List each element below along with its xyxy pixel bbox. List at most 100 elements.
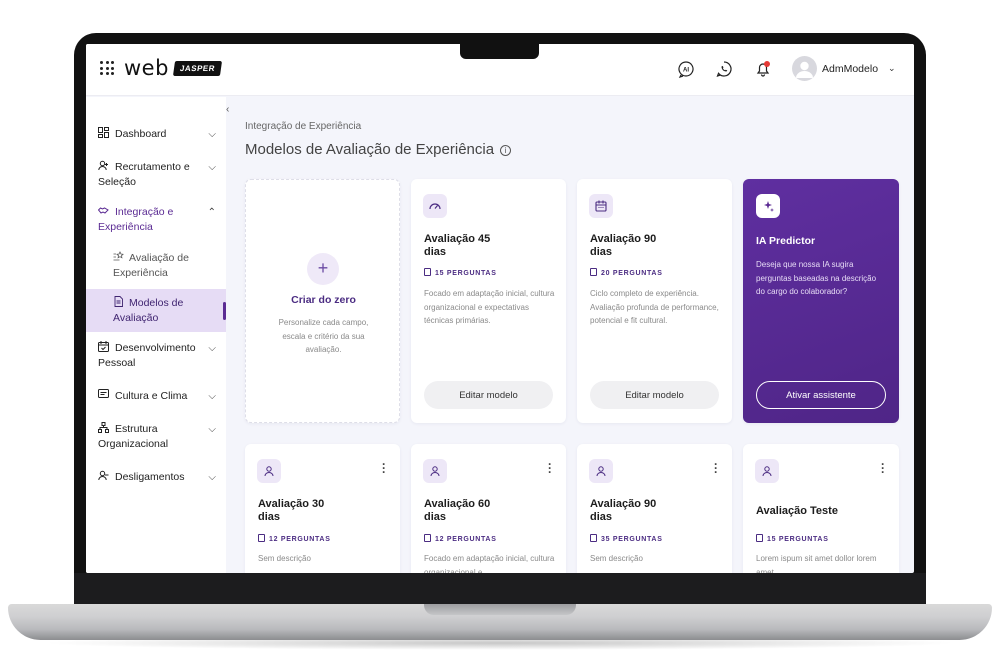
chat-icon	[98, 389, 109, 398]
document-icon	[258, 534, 265, 542]
template-card[interactable]: · · · Avaliação Teste 15 PERGUNTAS Lorem i…	[743, 444, 899, 573]
template-card: Avaliação 90 dias 20 PERGUNTAS Ciclo com…	[577, 179, 732, 423]
question-count-text: 12 PERGUNTAS	[269, 536, 331, 543]
sidebar-item-label: Cultura e Clima	[115, 390, 188, 402]
sidebar-item-estrutura[interactable]: Estrutura Organizacional ⌵	[98, 422, 218, 452]
document-icon	[756, 534, 763, 542]
sidebar-item-dashboard[interactable]: Dashboard ⌵	[98, 127, 218, 142]
app-logo[interactable]: web JASPER	[124, 56, 223, 80]
user-icon	[596, 466, 606, 477]
sidebar-item-label: Desligamentos	[115, 471, 185, 483]
question-count-text: 20 PERGUNTAS	[601, 270, 663, 277]
create-card-description: Personalize cada campo, escala e critéri…	[278, 318, 369, 354]
card-icon-wrap	[423, 459, 447, 483]
chevron-down-icon: ⌵	[208, 391, 216, 402]
question-count: 15 PERGUNTAS	[756, 534, 829, 543]
ia-card-title: IA Predictor	[756, 235, 816, 247]
calendar-check-icon	[98, 341, 109, 352]
more-options-icon[interactable]: · · ·	[714, 458, 718, 478]
template-card[interactable]: · · · Avaliação 60 dias 12 PERGUNTAS Focad…	[411, 444, 566, 573]
sidebar-item-recrutamento[interactable]: Recrutamento e Seleção ⌵	[98, 160, 218, 190]
question-count-text: 15 PERGUNTAS	[767, 536, 829, 543]
user-avatar-icon	[796, 61, 813, 78]
user-icon	[264, 466, 274, 477]
sparkles-icon	[764, 201, 774, 212]
template-card: Avaliação 45 dias 15 PERGUNTAS Focado em…	[411, 179, 566, 423]
whatsapp-icon[interactable]	[715, 60, 733, 78]
ai-icon-text: AI	[683, 68, 689, 74]
chevron-down-icon: ⌵	[208, 162, 216, 173]
card-title: Avaliação Teste	[756, 505, 838, 517]
ia-predictor-card: IA Predictor Deseja que nossa IA sugira …	[743, 179, 899, 423]
handshake-icon	[98, 207, 109, 214]
star-list-icon	[113, 251, 124, 261]
user-icon	[430, 466, 440, 477]
document-icon	[114, 296, 123, 307]
more-options-icon[interactable]: · · ·	[382, 458, 386, 478]
edit-template-button[interactable]: Editar modelo	[590, 381, 719, 409]
question-count-text: 35 PERGUNTAS	[601, 536, 663, 543]
question-count: 12 PERGUNTAS	[424, 534, 497, 543]
user-icon	[762, 466, 772, 477]
document-icon	[590, 268, 597, 276]
card-description: Focado em adaptação inicial, cultura org…	[424, 289, 555, 325]
question-count: 20 PERGUNTAS	[590, 268, 663, 277]
sidebar-subitem-modelos-avaliacao[interactable]: Modelos de Avaliação	[86, 289, 226, 332]
user-name: AdmModelo	[822, 62, 879, 75]
more-options-icon[interactable]: · · ·	[881, 458, 885, 478]
dashboard-icon	[98, 127, 109, 138]
info-icon[interactable]: i	[500, 145, 512, 156]
breadcrumb[interactable]: Integração de Experiência	[245, 121, 361, 132]
question-count-text: 12 PERGUNTAS	[435, 536, 497, 543]
card-title: Avaliação 30 dias	[258, 498, 325, 523]
create-from-scratch-card[interactable]: + Criar do zero Personalize cada campo, …	[245, 179, 400, 423]
ai-chat-icon[interactable]: AI	[677, 60, 695, 78]
question-count-text: 15 PERGUNTAS	[435, 270, 497, 277]
template-card[interactable]: · · · Avaliação 90 dias 35 PERGUNTAS Sem d…	[577, 444, 732, 573]
card-title: Avaliação 90 dias	[590, 233, 657, 258]
card-icon-wrap	[589, 194, 613, 218]
question-count: 15 PERGUNTAS	[424, 268, 497, 277]
question-count: 35 PERGUNTAS	[590, 534, 663, 543]
sidebar-item-label: Recrutamento e Seleção	[98, 161, 190, 188]
sidebar-item-cultura[interactable]: Cultura e Clima ⌵	[98, 389, 218, 404]
edit-template-button[interactable]: Editar modelo	[424, 381, 553, 409]
user-menu[interactable]: AdmModelo ⌄	[792, 56, 896, 81]
logo-word: web	[124, 56, 169, 80]
app-screen: web JASPER AI AdmModelo ⌄ ‹ Dashboard ⌵ …	[86, 44, 914, 573]
chevron-down-icon: ⌄	[888, 63, 896, 73]
card-description: Lorem ispum sit amet dollor lorem amet	[756, 554, 877, 573]
notification-bell-icon[interactable]	[754, 60, 772, 78]
apps-grid-icon[interactable]	[100, 61, 114, 75]
card-icon-wrap	[589, 459, 613, 483]
activate-assistant-button[interactable]: Ativar assistente	[756, 381, 886, 409]
org-chart-icon	[98, 422, 109, 433]
sidebar-subitem-avaliacao-experiencia[interactable]: Avaliação de Experiência	[113, 251, 223, 281]
document-icon	[424, 534, 431, 542]
user-minus-icon	[98, 470, 109, 481]
template-card[interactable]: · · · Avaliação 30 dias 12 PERGUNTAS Sem d…	[245, 444, 400, 573]
chevron-down-icon: ⌵	[208, 424, 216, 435]
avatar	[792, 56, 817, 81]
card-description: Ciclo completo de experiência. Avaliação…	[590, 289, 719, 325]
chevron-down-icon: ⌵	[208, 472, 216, 483]
laptop-base-notch	[424, 604, 576, 615]
sidebar-item-desligamentos[interactable]: Desligamentos ⌵	[98, 470, 218, 485]
document-icon	[424, 268, 431, 276]
sidebar-item-label: Dashboard	[115, 128, 167, 140]
chevron-up-icon: ⌃	[207, 207, 216, 218]
collapse-sidebar-icon[interactable]: ‹	[226, 104, 229, 115]
create-card-title: Criar do zero	[291, 294, 356, 306]
sidebar-item-integracao[interactable]: Integração e Experiência ⌃	[98, 205, 218, 235]
user-plus-icon	[98, 160, 108, 171]
card-title: Avaliação 90 dias	[590, 498, 657, 523]
card-icon-wrap	[755, 459, 779, 483]
sidebar-item-label: Avaliação de Experiência	[113, 252, 189, 279]
more-options-icon[interactable]: · · ·	[548, 458, 552, 478]
plus-icon: +	[307, 253, 339, 285]
sidebar-item-desenvolvimento[interactable]: Desenvolvimento Pessoal ⌵	[98, 341, 218, 371]
sidebar-item-label: Desenvolvimento Pessoal	[98, 342, 196, 369]
card-description: Sem descrição	[590, 554, 643, 563]
card-icon-wrap	[257, 459, 281, 483]
page-title-text: Modelos de Avaliação de Experiência	[245, 141, 495, 158]
